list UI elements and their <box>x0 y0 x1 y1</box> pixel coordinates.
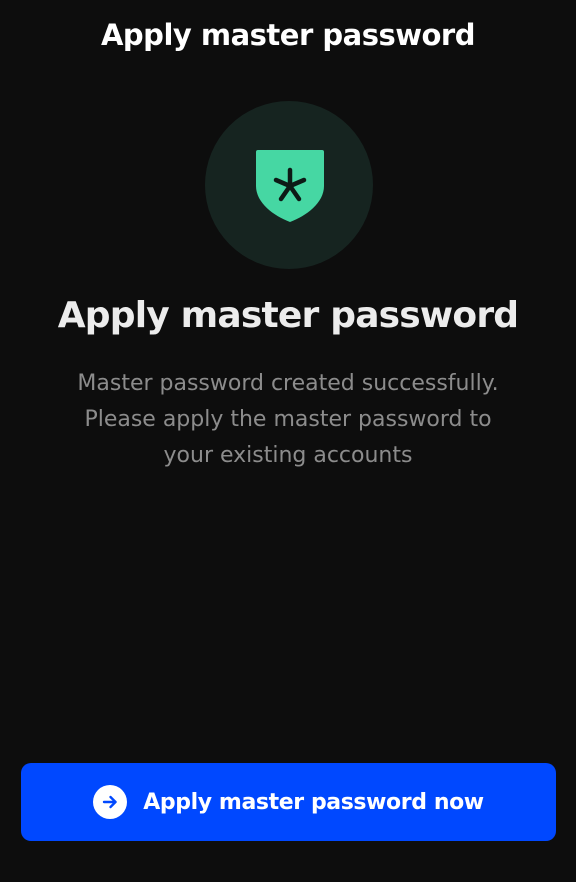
description-line: Please apply the master password to <box>84 407 492 432</box>
description-line: Master password created successfully. <box>77 371 499 396</box>
description-line: your existing accounts <box>163 443 413 468</box>
arrow-right-circle-icon <box>93 785 128 819</box>
apply-master-password-button[interactable]: Apply master password now <box>21 763 556 841</box>
shield-asterisk-icon <box>256 150 324 222</box>
apply-button-label: Apply master password now <box>143 789 484 815</box>
header-title: Apply master password <box>100 18 476 52</box>
description: Master password created successfully. Pl… <box>40 366 536 474</box>
shield-badge <box>205 101 373 269</box>
main-title: Apply master password <box>57 295 519 336</box>
